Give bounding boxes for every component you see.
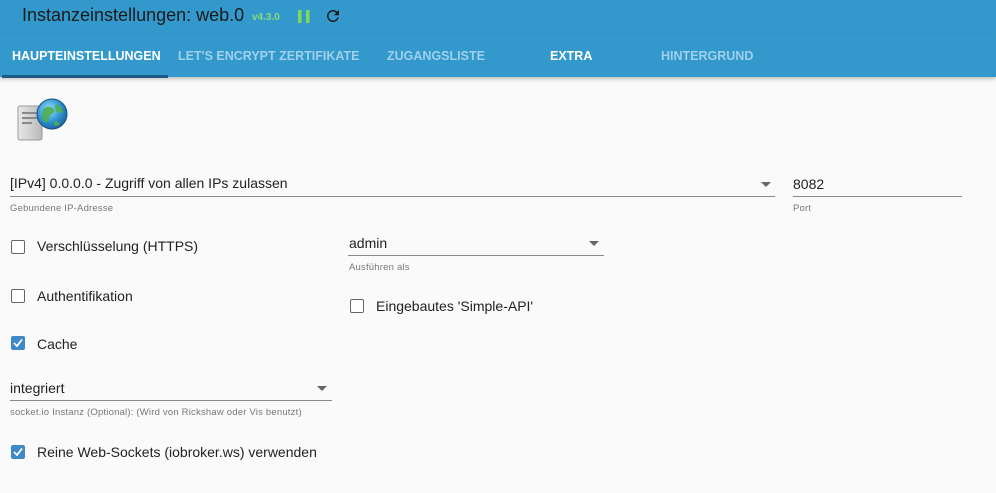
run-as-label: Ausführen als xyxy=(349,262,410,273)
active-tab-indicator xyxy=(2,75,168,78)
run-as-select[interactable]: admin xyxy=(349,235,387,251)
run-as-underline xyxy=(348,255,604,256)
bind-address-underline xyxy=(10,196,775,197)
port-label: Port xyxy=(793,203,812,214)
tab-haupteinstellungen[interactable]: HAUPTEINSTELLUNGEN xyxy=(12,35,161,77)
simple-api-checkbox[interactable] xyxy=(350,299,364,313)
check-icon xyxy=(13,447,23,457)
app-header: Instanzeinstellungen: web.0 v4.3.0 xyxy=(0,0,996,35)
tab-bar: HAUPTEINSTELLUNGEN LET'S ENCRYPT ZERTIFI… xyxy=(0,35,996,77)
simple-api-label: Eingebautes 'Simple-API' xyxy=(376,298,534,314)
bind-address-caret-icon[interactable] xyxy=(761,182,771,187)
pure-websockets-label: Reine Web-Sockets (iobroker.ws) verwende… xyxy=(37,444,317,460)
tab-lets-encrypt[interactable]: LET'S ENCRYPT ZERTIFIKATE xyxy=(178,35,359,77)
socketio-label: socket.io Instanz (Optional): (Wird von … xyxy=(10,407,302,418)
check-icon xyxy=(13,338,23,348)
cache-label: Cache xyxy=(37,336,78,352)
tab-hintergrund[interactable]: HINTERGRUND xyxy=(661,35,753,77)
reload-icon[interactable] xyxy=(324,7,342,25)
socketio-caret-icon[interactable] xyxy=(317,386,327,391)
socketio-underline xyxy=(10,400,332,401)
auth-label: Authentifikation xyxy=(37,288,133,304)
pause-icon[interactable] xyxy=(298,10,310,23)
page-title: Instanzeinstellungen: web.0 xyxy=(22,5,245,25)
version-badge: v4.3.0 xyxy=(252,12,280,23)
port-input[interactable]: 8082 xyxy=(793,176,824,192)
bind-address-label: Gebundene IP-Adresse xyxy=(10,203,114,214)
tab-extra[interactable]: EXTRA xyxy=(550,35,592,77)
pure-websockets-checkbox[interactable] xyxy=(11,445,25,459)
cache-checkbox[interactable] xyxy=(11,336,25,350)
run-as-caret-icon[interactable] xyxy=(589,241,599,246)
tab-zugangsliste[interactable]: ZUGANGSLISTE xyxy=(387,35,485,77)
port-underline xyxy=(793,196,962,197)
socketio-select[interactable]: integriert xyxy=(10,380,64,396)
web-server-icon xyxy=(17,98,68,141)
bind-address-select[interactable]: [IPv4] 0.0.0.0 - Zugriff von allen IPs z… xyxy=(10,175,288,191)
auth-checkbox[interactable] xyxy=(11,289,25,303)
https-checkbox[interactable] xyxy=(11,240,25,254)
https-label: Verschlüsselung (HTTPS) xyxy=(37,238,199,254)
